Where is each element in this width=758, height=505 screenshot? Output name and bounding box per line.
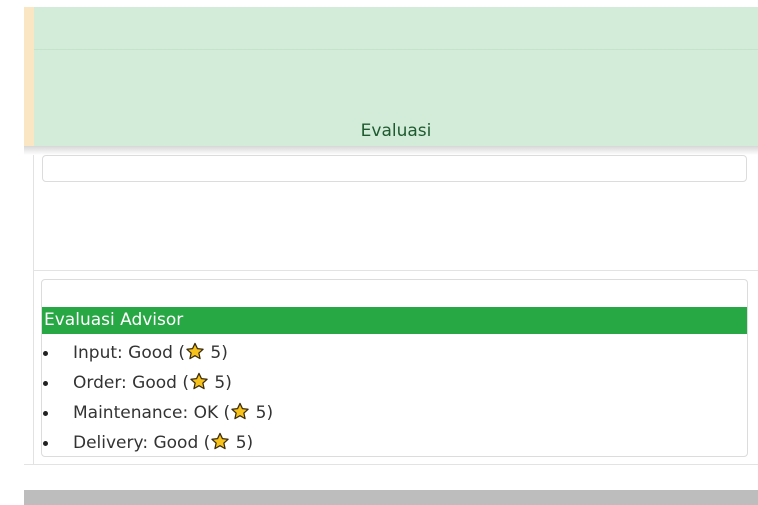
card-title: Evaluasi Advisor bbox=[42, 307, 747, 334]
header-row-divider bbox=[34, 49, 758, 50]
star-icon bbox=[211, 432, 230, 450]
evaluation-item-order: Order: Good ( 5) bbox=[42, 368, 273, 398]
star-icon bbox=[231, 402, 249, 420]
item-score: 5 bbox=[210, 343, 222, 363]
star-icon bbox=[190, 372, 208, 390]
side-accent-strip bbox=[24, 7, 34, 146]
item-rating: OK bbox=[193, 403, 219, 423]
evaluation-header: Evaluasi bbox=[34, 7, 758, 146]
star-icon bbox=[186, 342, 204, 360]
bullet bbox=[43, 441, 48, 446]
evaluation-item-maintenance: Maintenance: OK ( 5) bbox=[42, 398, 273, 428]
advisor-evaluation-card: Evaluasi Advisor Input: Good ( 5) Order:… bbox=[41, 279, 748, 457]
item-label: Maintenance bbox=[73, 403, 183, 423]
row-divider bbox=[34, 270, 758, 271]
evaluation-input-field[interactable] bbox=[42, 155, 747, 182]
item-label: Order bbox=[73, 373, 122, 393]
item-rating: Good bbox=[132, 373, 177, 393]
evaluation-item-input: Input: Good ( 5) bbox=[42, 338, 273, 368]
footer-bar bbox=[24, 490, 758, 505]
evaluation-item-delivery: Delivery: Good ( 5) bbox=[42, 428, 273, 456]
item-score: 5 bbox=[235, 433, 247, 453]
evaluation-list: Input: Good ( 5) Order: Good ( 5) Mainte… bbox=[42, 338, 273, 456]
page-title: Evaluasi bbox=[360, 121, 432, 141]
bullet bbox=[43, 351, 48, 356]
table-bottom-border bbox=[24, 464, 758, 465]
item-rating: Good bbox=[128, 343, 173, 363]
bullet bbox=[43, 381, 48, 386]
item-score: 5 bbox=[214, 373, 226, 393]
item-score: 5 bbox=[255, 403, 267, 423]
item-label: Input bbox=[73, 343, 118, 363]
header-shadow bbox=[24, 146, 758, 155]
bullet bbox=[43, 411, 48, 416]
item-rating: Good bbox=[153, 433, 199, 453]
side-column-border bbox=[24, 146, 34, 464]
item-label: Delivery bbox=[73, 433, 143, 453]
